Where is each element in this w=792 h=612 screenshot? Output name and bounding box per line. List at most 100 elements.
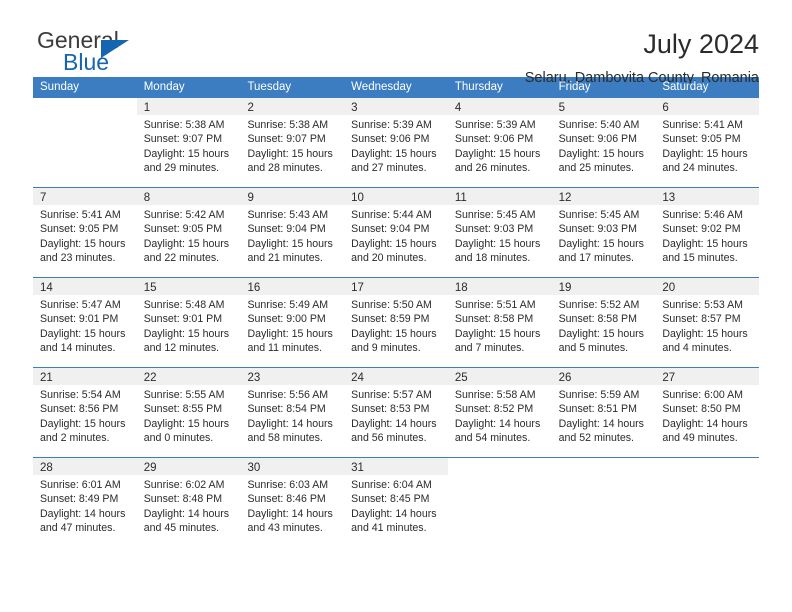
sunset-text: Sunset: 9:06 PM bbox=[558, 133, 637, 146]
daylight-text-line2: and 20 minutes. bbox=[351, 251, 427, 264]
day-details: Sunrise: 5:55 AM Sunset: 8:55 PM Daylight:… bbox=[137, 385, 241, 445]
day-details: Sunrise: 5:41 AM Sunset: 9:05 PM Daylight:… bbox=[655, 115, 759, 175]
calendar-day-cell[interactable]: 15 Sunrise: 5:48 AM Sunset: 9:01 PM Dayligh… bbox=[136, 278, 241, 367]
day-number-band: 24 bbox=[344, 368, 448, 385]
sunrise-text: Sunrise: 6:00 AM bbox=[662, 389, 743, 401]
calendar-day-cell[interactable]: 30 Sunrise: 6:03 AM Sunset: 8:46 PM Dayligh… bbox=[240, 458, 345, 547]
day-details: Sunrise: 5:54 AM Sunset: 8:56 PM Daylight:… bbox=[33, 385, 137, 445]
weekday-header-row: Sunday Monday Tuesday Wednesday Thursday… bbox=[33, 77, 759, 98]
sunset-text: Sunset: 9:03 PM bbox=[454, 223, 534, 236]
calendar-day-cell[interactable]: 18 Sunrise: 5:51 AM Sunset: 8:58 PM Dayligh… bbox=[447, 278, 552, 367]
calendar-day-cell[interactable]: 9 Sunrise: 5:43 AM Sunset: 9:04 PM Daylight… bbox=[240, 188, 345, 277]
calendar-day-cell[interactable]: 3 Sunrise: 5:39 AM Sunset: 9:06 PM Daylight… bbox=[344, 98, 448, 187]
day-number-band: 15 bbox=[136, 278, 241, 295]
sunrise-text: Sunrise: 5:46 AM bbox=[662, 209, 743, 221]
daylight-text-line1: Daylight: 14 hours bbox=[40, 507, 126, 520]
calendar-day-cell[interactable]: 22 Sunrise: 5:55 AM Sunset: 8:55 PM Dayligh… bbox=[136, 368, 241, 457]
calendar-day-cell-empty bbox=[33, 98, 137, 187]
daylight-text-line1: Daylight: 15 hours bbox=[351, 237, 437, 250]
calendar-day-cell[interactable]: 5 Sunrise: 5:40 AM Sunset: 9:06 PM Daylight… bbox=[551, 98, 656, 187]
calendar-day-cell[interactable]: 10 Sunrise: 5:44 AM Sunset: 9:04 PM Dayligh… bbox=[344, 188, 448, 277]
day-details: Sunrise: 5:39 AM Sunset: 9:06 PM Daylight:… bbox=[344, 115, 448, 175]
day-number-band: 30 bbox=[240, 458, 345, 475]
calendar-day-cell[interactable]: 17 Sunrise: 5:50 AM Sunset: 8:59 PM Dayligh… bbox=[344, 278, 448, 367]
calendar-day-cell[interactable]: 8 Sunrise: 5:42 AM Sunset: 9:05 PM Daylight… bbox=[136, 188, 241, 277]
day-number: 9 bbox=[247, 192, 254, 204]
day-number: 28 bbox=[40, 462, 53, 474]
day-number-band: 19 bbox=[551, 278, 656, 295]
calendar-day-cell[interactable]: 16 Sunrise: 5:49 AM Sunset: 9:00 PM Dayligh… bbox=[240, 278, 345, 367]
sunset-text: Sunset: 9:07 PM bbox=[247, 133, 326, 146]
calendar-day-cell[interactable]: 25 Sunrise: 5:58 AM Sunset: 8:52 PM Dayligh… bbox=[447, 368, 552, 457]
day-number-band: 23 bbox=[240, 368, 345, 385]
daylight-text-line1: Daylight: 15 hours bbox=[351, 147, 437, 160]
calendar-weeks: 1 Sunrise: 5:38 AM Sunset: 9:07 PM Daylight… bbox=[33, 98, 760, 547]
calendar-day-cell[interactable]: 19 Sunrise: 5:52 AM Sunset: 8:58 PM Dayligh… bbox=[551, 278, 656, 367]
calendar-day-cell[interactable]: 31 Sunrise: 6:04 AM Sunset: 8:45 PM Dayligh… bbox=[344, 458, 448, 547]
day-number-band: 2 bbox=[240, 98, 345, 115]
calendar-day-cell[interactable]: 28 Sunrise: 6:01 AM Sunset: 8:49 PM Dayligh… bbox=[33, 458, 137, 547]
general-blue-logo[interactable]: General Blue bbox=[33, 27, 153, 79]
calendar-day-cell[interactable]: 14 Sunrise: 5:47 AM Sunset: 9:01 PM Dayligh… bbox=[33, 278, 137, 367]
calendar-day-cell[interactable]: 24 Sunrise: 5:57 AM Sunset: 8:53 PM Dayligh… bbox=[344, 368, 448, 457]
sunrise-text: Sunrise: 5:38 AM bbox=[143, 119, 225, 131]
calendar-day-cell[interactable]: 6 Sunrise: 5:41 AM Sunset: 9:05 PM Daylight… bbox=[655, 98, 760, 187]
daylight-text-line1: Daylight: 14 hours bbox=[351, 417, 437, 430]
daylight-text-line2: and 52 minutes. bbox=[558, 431, 634, 444]
sunset-text: Sunset: 8:56 PM bbox=[40, 403, 119, 416]
sunset-text: Sunset: 9:04 PM bbox=[247, 223, 326, 236]
daylight-text-line2: and 54 minutes. bbox=[454, 431, 531, 444]
calendar-day-cell[interactable]: 13 Sunrise: 5:46 AM Sunset: 9:02 PM Dayligh… bbox=[655, 188, 760, 277]
day-number: 4 bbox=[454, 102, 462, 114]
calendar-day-cell[interactable]: 7 Sunrise: 5:41 AM Sunset: 9:05 PM Daylight… bbox=[33, 188, 137, 277]
day-number: 7 bbox=[40, 192, 47, 204]
day-number-band: 31 bbox=[344, 458, 448, 475]
sunrise-text: Sunrise: 6:01 AM bbox=[40, 479, 121, 491]
daylight-text-line1: Daylight: 15 hours bbox=[247, 327, 333, 340]
sunset-text: Sunset: 9:04 PM bbox=[351, 223, 430, 236]
daylight-text-line1: Daylight: 14 hours bbox=[247, 507, 333, 520]
sunrise-text: Sunrise: 5:41 AM bbox=[662, 119, 743, 131]
calendar-day-cell[interactable]: 26 Sunrise: 5:59 AM Sunset: 8:51 PM Dayligh… bbox=[551, 368, 656, 457]
day-details: Sunrise: 6:02 AM Sunset: 8:48 PM Daylight:… bbox=[137, 475, 241, 535]
day-details: Sunrise: 5:41 AM Sunset: 9:05 PM Daylight:… bbox=[33, 205, 137, 265]
calendar-day-cell[interactable]: 11 Sunrise: 5:45 AM Sunset: 9:03 PM Dayligh… bbox=[447, 188, 552, 277]
day-number-band: 18 bbox=[447, 278, 552, 295]
sunset-text: Sunset: 8:55 PM bbox=[143, 403, 223, 416]
calendar-day-cell[interactable]: 20 Sunrise: 5:53 AM Sunset: 8:57 PM Dayligh… bbox=[655, 278, 760, 367]
daylight-text-line2: and 23 minutes. bbox=[40, 251, 116, 264]
daylight-text-line2: and 9 minutes. bbox=[351, 341, 421, 354]
daylight-text-line1: Daylight: 15 hours bbox=[143, 417, 230, 430]
sunset-text: Sunset: 9:05 PM bbox=[662, 133, 741, 146]
day-number: 24 bbox=[351, 372, 364, 384]
calendar-day-cell[interactable]: 12 Sunrise: 5:45 AM Sunset: 9:03 PM Dayligh… bbox=[551, 188, 656, 277]
day-details: Sunrise: 5:38 AM Sunset: 9:07 PM Daylight:… bbox=[240, 115, 344, 175]
day-details: Sunrise: 6:00 AM Sunset: 8:50 PM Daylight:… bbox=[655, 385, 759, 445]
daylight-text-line2: and 27 minutes. bbox=[351, 161, 427, 174]
day-details: Sunrise: 5:52 AM Sunset: 8:58 PM Daylight:… bbox=[552, 295, 656, 355]
calendar-day-cell[interactable]: 23 Sunrise: 5:56 AM Sunset: 8:54 PM Dayligh… bbox=[240, 368, 345, 457]
sunrise-text: Sunrise: 5:51 AM bbox=[454, 299, 536, 311]
sunrise-text: Sunrise: 6:02 AM bbox=[143, 479, 225, 491]
sunset-text: Sunset: 9:03 PM bbox=[558, 223, 637, 236]
calendar-day-cell[interactable]: 29 Sunrise: 6:02 AM Sunset: 8:48 PM Dayligh… bbox=[136, 458, 241, 547]
day-details: Sunrise: 5:51 AM Sunset: 8:58 PM Daylight:… bbox=[448, 295, 552, 355]
calendar-week-row: 1 Sunrise: 5:38 AM Sunset: 9:07 PM Daylight… bbox=[33, 98, 760, 187]
day-details bbox=[552, 475, 656, 478]
calendar-day-cell[interactable]: 1 Sunrise: 5:38 AM Sunset: 9:07 PM Daylight… bbox=[136, 98, 241, 187]
daylight-text-line2: and 14 minutes. bbox=[40, 341, 116, 354]
sunset-text: Sunset: 8:54 PM bbox=[247, 403, 326, 416]
weekday-header-saturday: Saturday bbox=[662, 81, 709, 93]
day-number: 2 bbox=[247, 102, 254, 114]
day-number: 14 bbox=[40, 282, 53, 294]
calendar-day-cell[interactable]: 27 Sunrise: 6:00 AM Sunset: 8:50 PM Dayligh… bbox=[655, 368, 760, 457]
calendar-day-cell[interactable]: 4 Sunrise: 5:39 AM Sunset: 9:06 PM Daylight… bbox=[447, 98, 552, 187]
day-details: Sunrise: 5:45 AM Sunset: 9:03 PM Daylight:… bbox=[448, 205, 552, 265]
sunset-text: Sunset: 8:59 PM bbox=[351, 313, 430, 326]
day-number: 5 bbox=[558, 102, 565, 114]
calendar-day-cell[interactable]: 2 Sunrise: 5:38 AM Sunset: 9:07 PM Daylight… bbox=[240, 98, 345, 187]
sunset-text: Sunset: 9:06 PM bbox=[454, 133, 534, 146]
calendar-day-cell[interactable]: 21 Sunrise: 5:54 AM Sunset: 8:56 PM Dayligh… bbox=[33, 368, 137, 457]
calendar-week-row: 28 Sunrise: 6:01 AM Sunset: 8:49 PM Dayligh… bbox=[33, 457, 760, 547]
sunrise-text: Sunrise: 5:47 AM bbox=[40, 299, 121, 311]
